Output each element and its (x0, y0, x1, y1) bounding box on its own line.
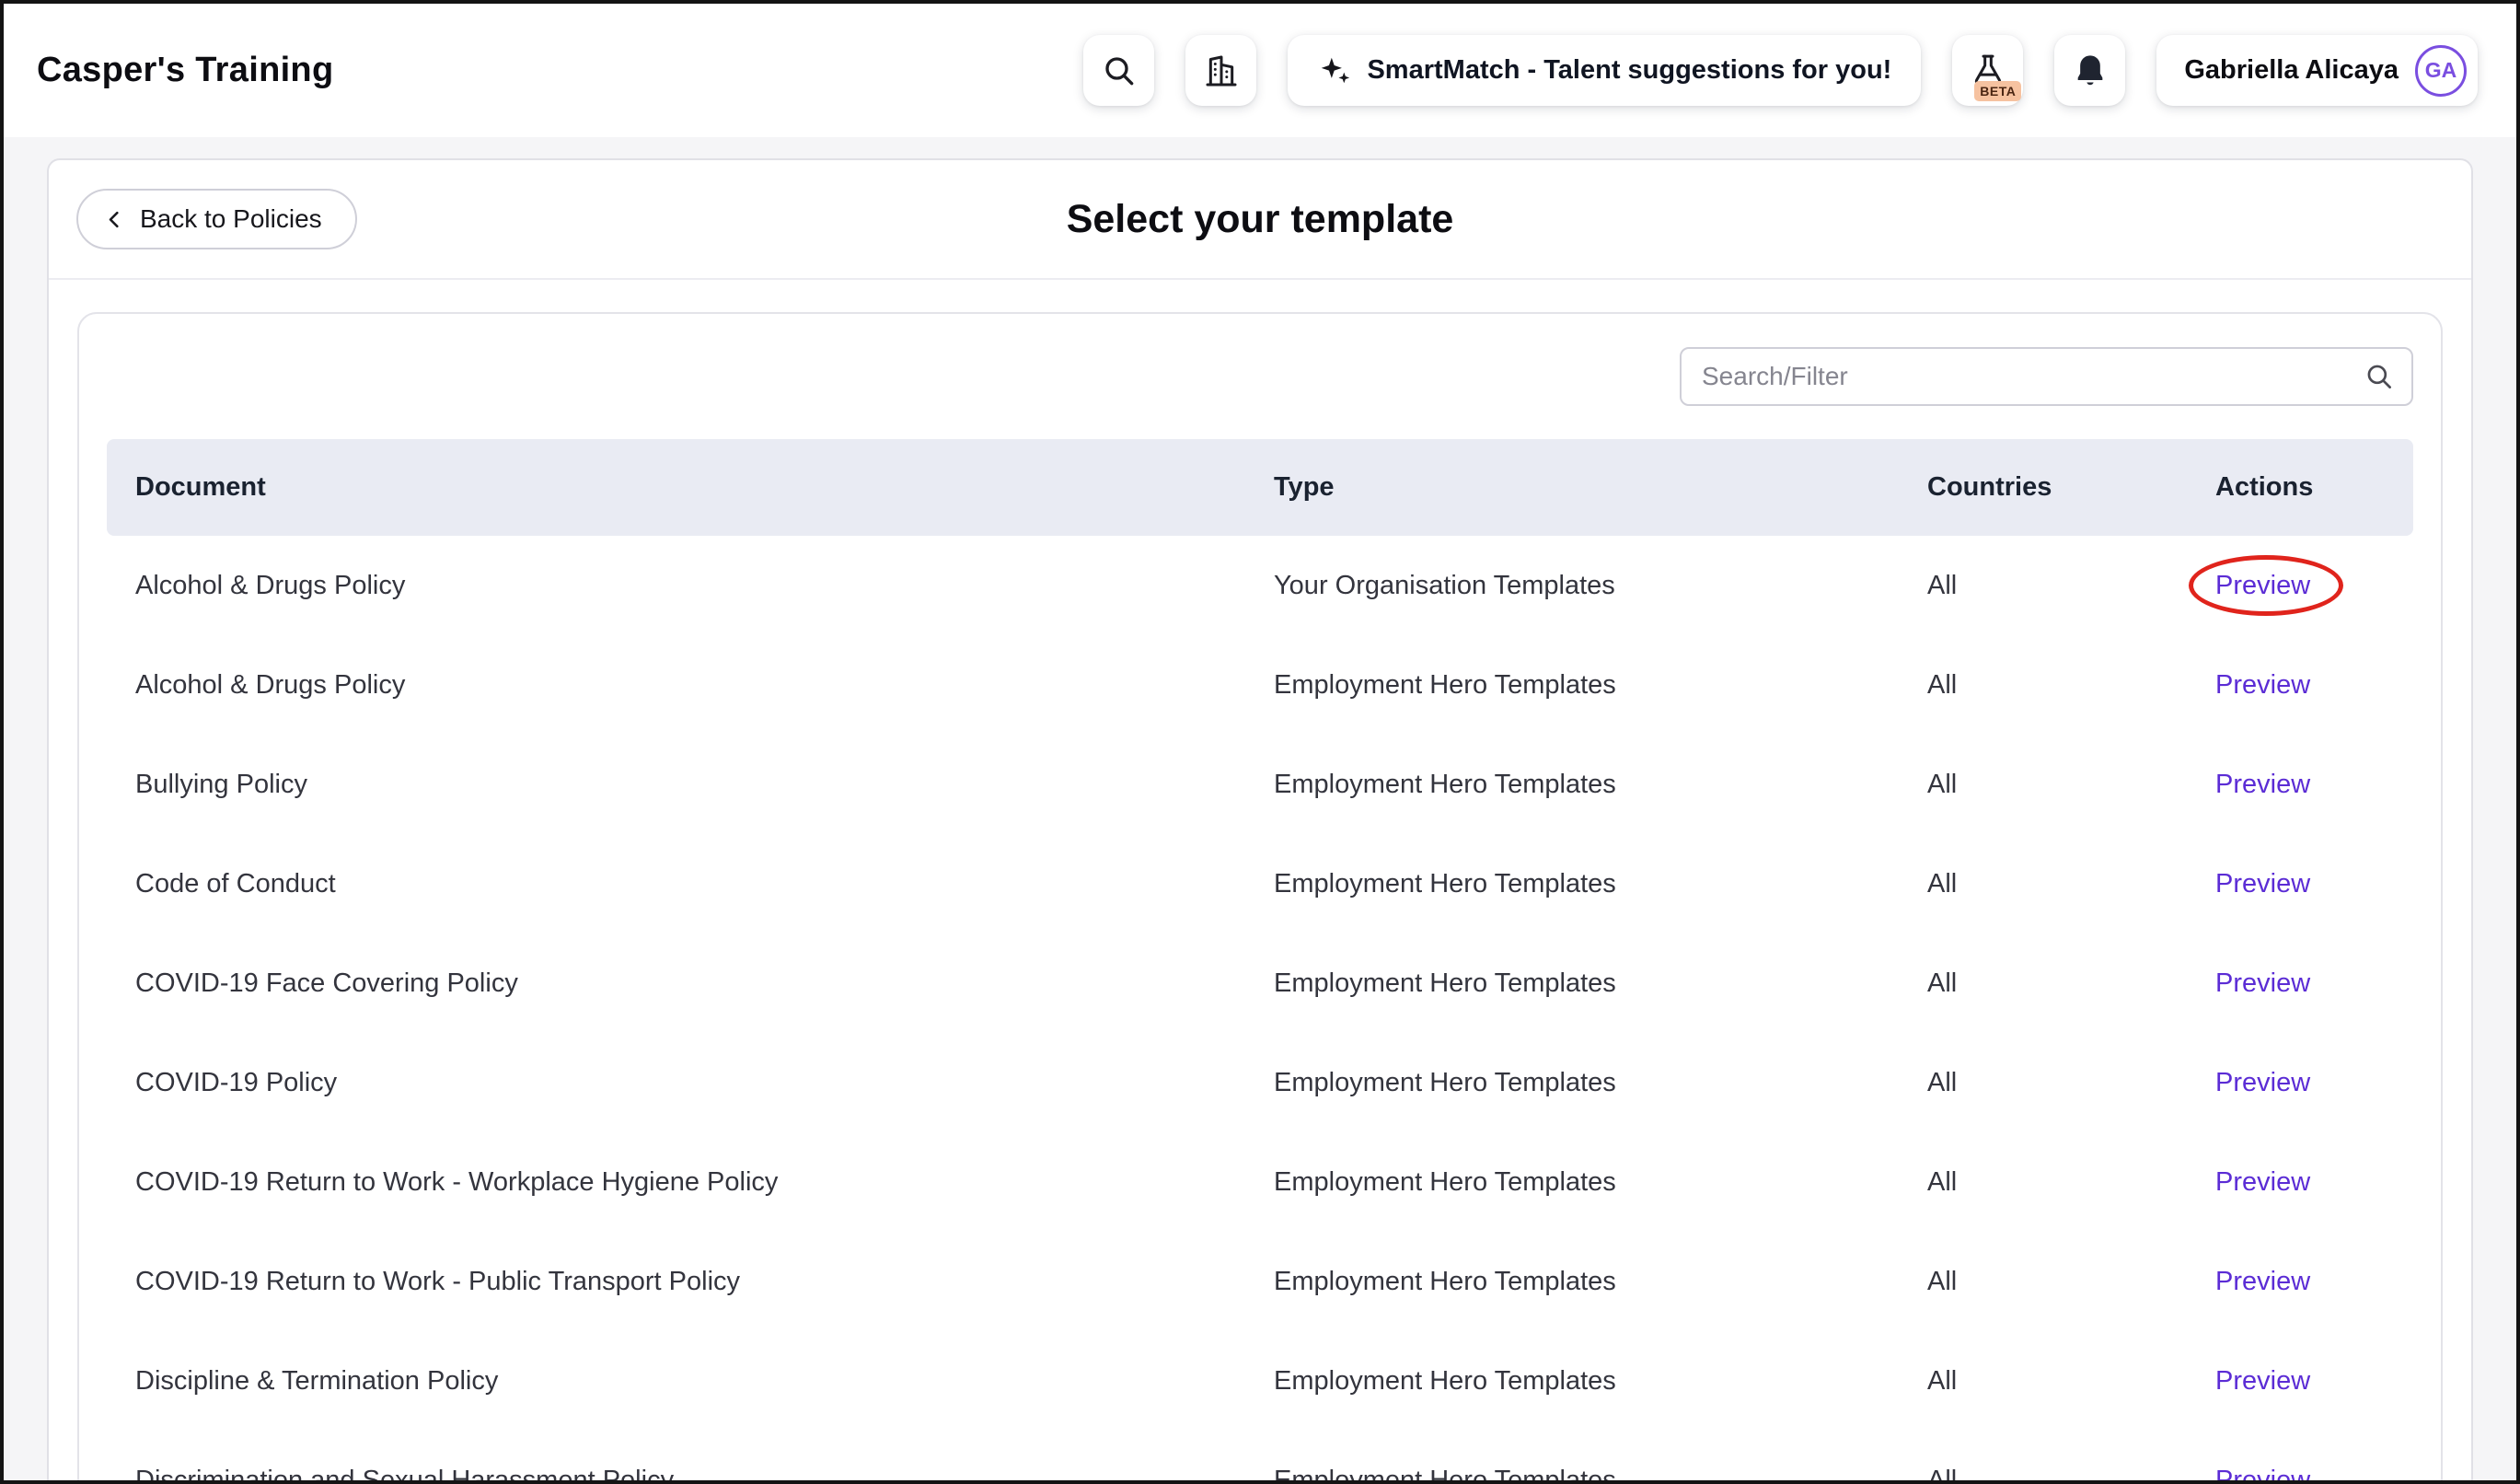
document-cell: Alcohol & Drugs Policy (107, 571, 1274, 601)
action-cell: Preview (2215, 1167, 2413, 1198)
type-cell: Employment Hero Templates (1274, 1366, 1927, 1397)
countries-cell: All (1927, 1068, 2215, 1098)
table-row: Discrimination and Sexual Harassment Pol… (107, 1431, 2413, 1480)
table-row: Bullying Policy Employment Hero Template… (107, 735, 2413, 834)
user-name: Gabriella Alicaya (2184, 55, 2399, 86)
beta-badge: BETA (1974, 81, 2021, 101)
preview-link[interactable]: Preview (2215, 968, 2310, 998)
document-cell: COVID-19 Return to Work - Public Transpo… (107, 1267, 1274, 1297)
countries-cell: All (1927, 1267, 2215, 1297)
labs-button[interactable]: BETA (1952, 35, 2023, 106)
column-header-countries: Countries (1927, 472, 2215, 503)
user-menu-button[interactable]: Gabriella Alicaya GA (2156, 35, 2478, 106)
bell-icon (2072, 52, 2109, 89)
notifications-button[interactable] (2054, 35, 2125, 106)
action-cell: Preview (2215, 869, 2413, 899)
action-cell: Preview (2215, 571, 2413, 601)
search-filter-box (1680, 347, 2413, 406)
chevron-left-icon (102, 207, 127, 232)
action-cell: Preview (2215, 1267, 2413, 1297)
search-icon[interactable] (2364, 361, 2395, 392)
type-cell: Employment Hero Templates (1274, 770, 1927, 800)
document-cell: COVID-19 Face Covering Policy (107, 968, 1274, 999)
search-row (107, 347, 2413, 406)
type-cell: Employment Hero Templates (1274, 670, 1927, 701)
template-card: Back to Policies Select your template Do… (47, 158, 2473, 1480)
document-cell: Alcohol & Drugs Policy (107, 670, 1274, 701)
table-row: Alcohol & Drugs Policy Employment Hero T… (107, 635, 2413, 735)
search-filter-input[interactable] (1680, 347, 2413, 406)
back-to-policies-button[interactable]: Back to Policies (76, 189, 357, 249)
search-icon (1101, 52, 1138, 89)
templates-panel: Document Type Countries Actions Alcohol … (77, 312, 2443, 1480)
action-cell: Preview (2215, 770, 2413, 800)
card-header: Back to Policies Select your template (49, 160, 2471, 280)
type-cell: Employment Hero Templates (1274, 1466, 1927, 1481)
table-row: COVID-19 Face Covering Policy Employment… (107, 933, 2413, 1033)
preview-link[interactable]: Preview (2215, 770, 2310, 799)
type-cell: Your Organisation Templates (1274, 571, 1927, 601)
preview-link[interactable]: Preview (2215, 571, 2310, 600)
action-cell: Preview (2215, 670, 2413, 701)
type-cell: Employment Hero Templates (1274, 1167, 1927, 1198)
countries-cell: All (1927, 571, 2215, 601)
table-row: COVID-19 Return to Work - Workplace Hygi… (107, 1132, 2413, 1232)
header-actions: SmartMatch - Talent suggestions for you!… (1083, 35, 2478, 106)
document-cell: COVID-19 Return to Work - Workplace Hygi… (107, 1167, 1274, 1198)
main-content: Back to Policies Select your template Do… (4, 137, 2516, 1480)
table-row: COVID-19 Policy Employment Hero Template… (107, 1033, 2413, 1132)
avatar: GA (2415, 45, 2467, 97)
preview-link[interactable]: Preview (2215, 869, 2310, 899)
preview-link[interactable]: Preview (2215, 1167, 2310, 1197)
back-button-label: Back to Policies (140, 204, 322, 234)
preview-link[interactable]: Preview (2215, 670, 2310, 700)
type-cell: Employment Hero Templates (1274, 869, 1927, 899)
app-window: Casper's Training SmartMatch - Talent su… (0, 0, 2520, 1484)
preview-link[interactable]: Preview (2215, 1466, 2310, 1481)
document-cell: Bullying Policy (107, 770, 1274, 800)
countries-cell: All (1927, 1167, 2215, 1198)
table-row: Alcohol & Drugs Policy Your Organisation… (107, 536, 2413, 635)
action-cell: Preview (2215, 968, 2413, 999)
document-cell: Discrimination and Sexual Harassment Pol… (107, 1466, 1274, 1481)
countries-cell: All (1927, 770, 2215, 800)
document-cell: COVID-19 Policy (107, 1068, 1274, 1098)
countries-cell: All (1927, 1366, 2215, 1397)
table-row: COVID-19 Return to Work - Public Transpo… (107, 1232, 2413, 1331)
sparkle-icon (1317, 53, 1352, 88)
document-cell: Code of Conduct (107, 869, 1274, 899)
countries-cell: All (1927, 1466, 2215, 1481)
action-cell: Preview (2215, 1068, 2413, 1098)
table-body: Alcohol & Drugs Policy Your Organisation… (107, 536, 2413, 1480)
table-row: Code of Conduct Employment Hero Template… (107, 834, 2413, 933)
table-header-row: Document Type Countries Actions (107, 439, 2413, 536)
column-header-actions: Actions (2215, 472, 2413, 503)
action-cell: Preview (2215, 1466, 2413, 1481)
document-cell: Discipline & Termination Policy (107, 1366, 1274, 1397)
app-title: Casper's Training (37, 51, 333, 90)
countries-cell: All (1927, 670, 2215, 701)
preview-link[interactable]: Preview (2215, 1366, 2310, 1396)
countries-cell: All (1927, 869, 2215, 899)
column-header-document: Document (107, 472, 1274, 503)
type-cell: Employment Hero Templates (1274, 1267, 1927, 1297)
countries-cell: All (1927, 968, 2215, 999)
action-cell: Preview (2215, 1366, 2413, 1397)
table-row: Discipline & Termination Policy Employme… (107, 1331, 2413, 1431)
column-header-type: Type (1274, 472, 1927, 503)
top-header: Casper's Training SmartMatch - Talent su… (4, 4, 2516, 137)
page-title: Select your template (49, 197, 2471, 242)
search-button[interactable] (1083, 35, 1154, 106)
templates-table: Document Type Countries Actions Alcohol … (107, 439, 2413, 1480)
building-icon (1203, 52, 1240, 89)
type-cell: Employment Hero Templates (1274, 968, 1927, 999)
preview-link[interactable]: Preview (2215, 1068, 2310, 1097)
smartmatch-label: SmartMatch - Talent suggestions for you! (1367, 55, 1891, 86)
organisation-button[interactable] (1185, 35, 1256, 106)
smartmatch-button[interactable]: SmartMatch - Talent suggestions for you! (1288, 35, 1921, 106)
preview-link[interactable]: Preview (2215, 1267, 2310, 1296)
type-cell: Employment Hero Templates (1274, 1068, 1927, 1098)
